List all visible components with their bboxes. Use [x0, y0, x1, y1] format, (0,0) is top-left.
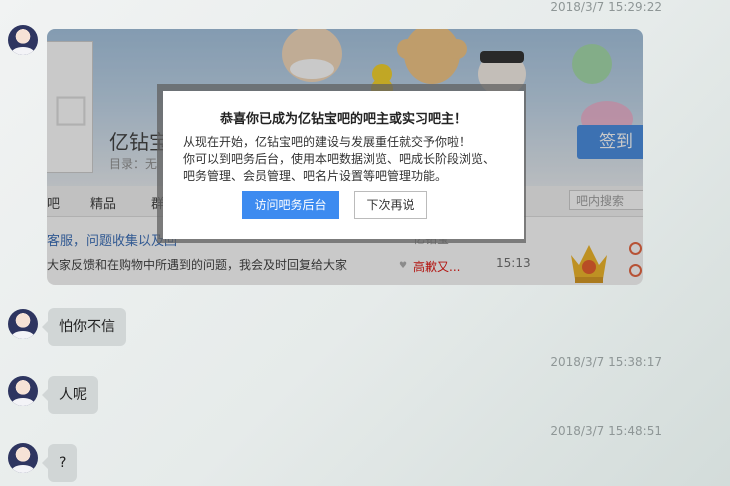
timestamp: 2018/3/7 15:29:22: [550, 0, 662, 14]
visit-admin-button[interactable]: 访问吧务后台: [242, 191, 339, 219]
crown-icon: [571, 245, 607, 283]
user-icon: ♥: [399, 261, 408, 271]
dialog-body-line: 你可以到吧务后台，使用本吧数据浏览、吧成长阶段浏览、: [183, 152, 496, 166]
dialog-body-line: 吧务管理、会员管理、吧名片设置等吧管理功能。: [183, 169, 448, 183]
chat-message[interactable]: 人呢: [42, 376, 98, 414]
timestamp: 2018/3/7 15:38:17: [550, 355, 662, 369]
forum-search-input[interactable]: 吧内搜索: [569, 190, 643, 210]
dialog-title: 恭喜你已成为亿钻宝吧的吧主或实习吧主！: [219, 112, 467, 127]
side-circle-icon[interactable]: [629, 242, 642, 255]
avatar[interactable]: [8, 309, 38, 339]
placeholder-icon: □: [53, 86, 89, 130]
forum-directory: 目录：无: [109, 155, 157, 172]
side-circle-icon[interactable]: [629, 264, 642, 277]
avatar[interactable]: [8, 443, 38, 473]
nav-item[interactable]: 吧: [47, 193, 60, 212]
chat-message[interactable]: ?: [41, 444, 78, 482]
thread-excerpt: 大家反馈和在购物中所遇到的问题，我会及时回复给大家: [47, 258, 348, 272]
timestamp: 2018/3/7 15:48:51: [550, 424, 662, 438]
directory-label: 目录：: [109, 157, 146, 171]
thread-time: 15:13: [496, 256, 531, 270]
forum-admin-dialog: 恭喜你已成为亿钻宝吧的吧主或实习吧主！ 从现在开始，亿钻宝吧的建设与发展重任就交…: [163, 91, 524, 239]
later-button[interactable]: 下次再说: [354, 191, 427, 219]
directory-value: 无: [145, 157, 158, 171]
chat-message[interactable]: 怕你不信: [42, 308, 126, 346]
dialog-body-line: 从现在开始，亿钻宝吧的建设与发展重任就交予你啦！: [183, 135, 472, 149]
thread-reply-author[interactable]: 高歉又...: [413, 258, 460, 275]
nav-item-featured[interactable]: 精品: [90, 193, 116, 212]
avatar[interactable]: [8, 25, 38, 55]
dialog-body: 从现在开始，亿钻宝吧的建设与发展重任就交予你啦！ 你可以到吧务后台，使用本吧数据…: [183, 134, 513, 185]
forum-avatar-thumbnail: □: [47, 41, 93, 173]
avatar[interactable]: [8, 376, 38, 406]
sign-in-button[interactable]: 签到: [577, 125, 643, 159]
